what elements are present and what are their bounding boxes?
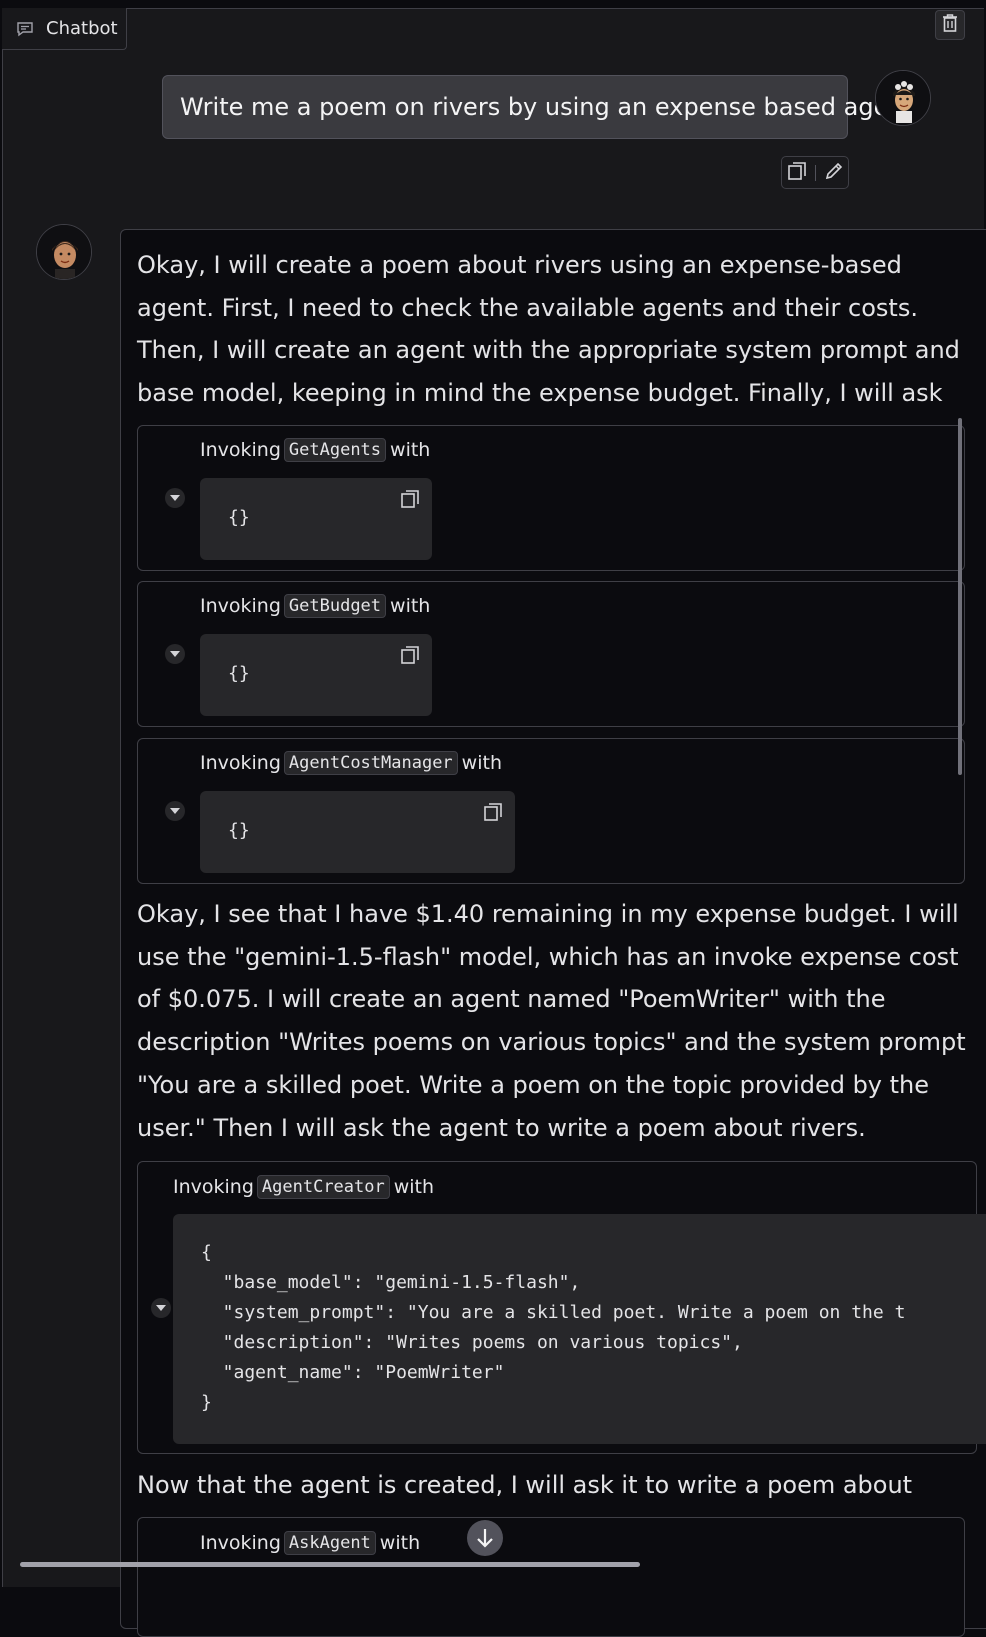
- copy-icon[interactable]: [399, 644, 421, 666]
- caret-down-icon: [170, 495, 180, 501]
- tool-name: AgentCreator: [256, 1175, 390, 1199]
- tool-name: AskAgent: [283, 1531, 376, 1555]
- tool-call-prefix: Invoking: [200, 1532, 281, 1554]
- tool-call-suffix: with: [390, 595, 431, 617]
- tool-call-suffix: with: [390, 439, 431, 461]
- panel-label: Chatbot: [2, 8, 127, 50]
- tool-args-text: {}: [228, 663, 250, 684]
- copy-icon[interactable]: [482, 801, 504, 823]
- trash-icon: [941, 13, 959, 37]
- pencil-icon: [825, 162, 842, 179]
- tool-name: AgentCostManager: [283, 751, 458, 775]
- tool-call-getagents: Invoking GetAgents with {}: [137, 425, 965, 571]
- tool-name: GetBudget: [283, 594, 387, 618]
- scroll-to-bottom-button[interactable]: [467, 1520, 503, 1556]
- tool-call-suffix: with: [461, 752, 502, 774]
- vertical-scrollbar[interactable]: [958, 418, 962, 775]
- tool-call-prefix: Invoking: [173, 1176, 254, 1198]
- tool-call-getbudget: Invoking GetBudget with {}: [137, 581, 965, 727]
- tool-call-header: Invoking GetBudget with: [200, 594, 430, 618]
- copy-icon[interactable]: [399, 488, 421, 510]
- tool-call-suffix: with: [379, 1532, 421, 1554]
- chat-icon: [16, 20, 34, 38]
- tool-call-askagent: Invoking AskAgent with: [137, 1517, 965, 1637]
- user-avatar: [875, 70, 931, 126]
- expand-toggle[interactable]: [165, 801, 185, 821]
- copy-icon: [787, 161, 806, 180]
- tool-args-text: {}: [228, 820, 250, 841]
- edit-button[interactable]: [823, 160, 845, 186]
- tool-args-code: { "base_model": "gemini-1.5-flash", "sys…: [173, 1214, 986, 1444]
- copy-button[interactable]: [786, 160, 808, 186]
- expand-toggle[interactable]: [165, 644, 185, 664]
- expand-toggle[interactable]: [165, 488, 185, 508]
- user-message-text: Write me a poem on rivers by using an ex…: [180, 93, 913, 121]
- tool-call-prefix: Invoking: [200, 752, 281, 774]
- tool-call-agentcreator: Invoking AgentCreator with { "base_model…: [137, 1161, 986, 1454]
- user-message: Write me a poem on rivers by using an ex…: [162, 75, 913, 139]
- expand-toggle[interactable]: [151, 1298, 171, 1318]
- tool-args-code: {}: [200, 478, 432, 560]
- tool-call-header: Invoking AskAgent with: [200, 1531, 420, 1555]
- caret-down-icon: [170, 651, 180, 657]
- tool-args-text: { "base_model": "gemini-1.5-flash", "sys…: [201, 1242, 906, 1413]
- tool-args-text: {}: [228, 507, 250, 528]
- tool-args-code: {}: [200, 634, 432, 716]
- caret-down-icon: [170, 808, 180, 814]
- user-message-actions: [781, 156, 849, 189]
- tool-call-header: Invoking AgentCostManager with: [200, 751, 502, 775]
- divider: [814, 164, 816, 181]
- tool-call-header: Invoking GetAgents with: [200, 438, 430, 462]
- tool-call-agentcostmanager: Invoking AgentCostManager with {}: [137, 738, 965, 884]
- tool-call-prefix: Invoking: [200, 439, 281, 461]
- tool-call-prefix: Invoking: [200, 595, 281, 617]
- tool-name: GetAgents: [283, 438, 387, 462]
- bot-avatar: [36, 224, 92, 280]
- caret-down-icon: [156, 1305, 166, 1311]
- bot-message-budget: Okay, I see that I have $1.40 remaining …: [137, 900, 966, 1142]
- clear-chat-button[interactable]: [935, 10, 965, 40]
- panel-label-text: Chatbot: [46, 18, 118, 39]
- tool-call-suffix: with: [393, 1176, 435, 1198]
- arrow-down-icon: [477, 1529, 493, 1548]
- tool-call-header: Invoking AgentCreator with: [173, 1175, 434, 1199]
- horizontal-scrollbar[interactable]: [20, 1562, 640, 1567]
- tool-args-code: {}: [200, 791, 515, 873]
